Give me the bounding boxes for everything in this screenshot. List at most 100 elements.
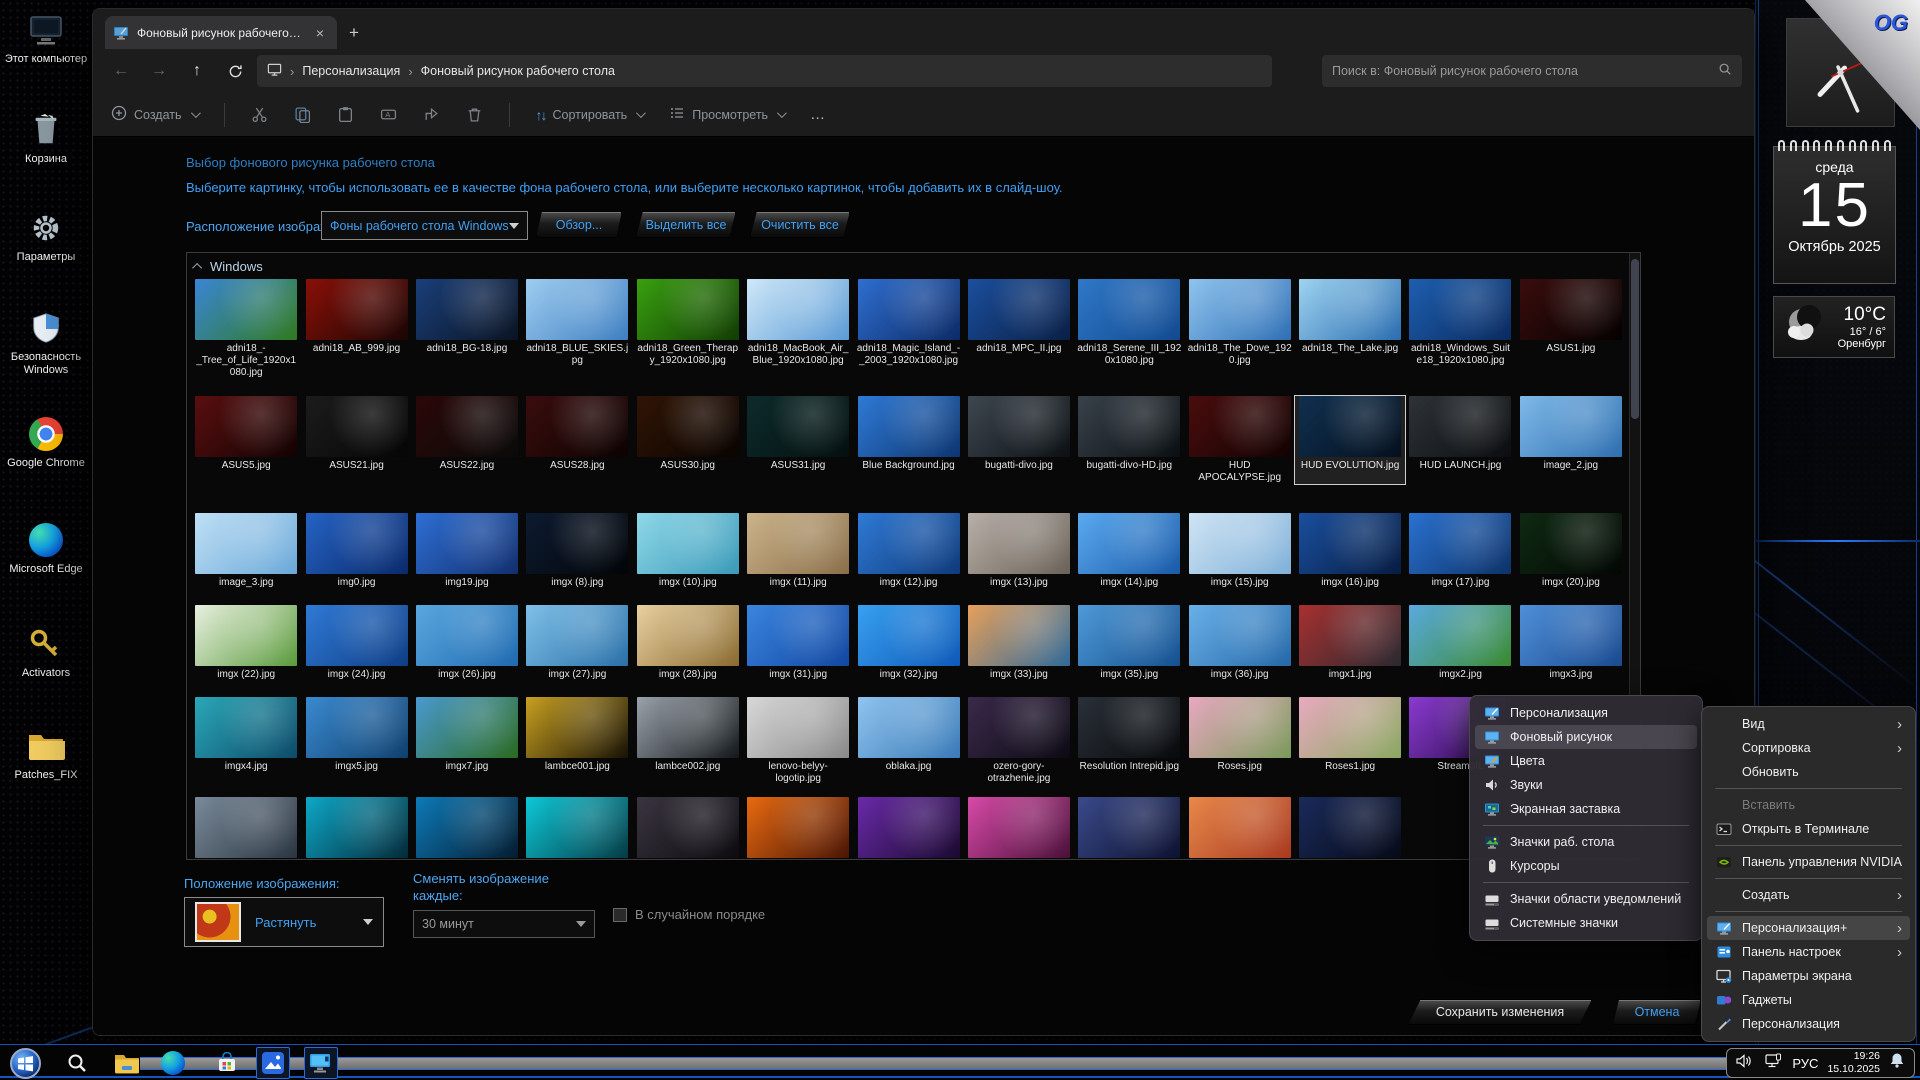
- taskbar-button-display-settings-app[interactable]: [304, 1047, 338, 1079]
- wallpaper-item[interactable]: imgx (11).jpg: [743, 513, 853, 589]
- up-icon[interactable]: ↑: [181, 56, 213, 86]
- wallpaper-thumbnail[interactable]: [195, 513, 297, 574]
- wallpaper-item[interactable]: Blue Background.jpg: [853, 396, 963, 484]
- language-indicator[interactable]: РУС: [1792, 1056, 1818, 1071]
- wallpaper-thumbnail[interactable]: [416, 605, 518, 666]
- share-icon[interactable]: [423, 106, 440, 123]
- wallpaper-item[interactable]: [853, 797, 963, 858]
- wallpaper-item[interactable]: Resolution Intrepid.jpg: [1074, 697, 1184, 785]
- wallpaper-item[interactable]: imgx (31).jpg: [743, 605, 853, 681]
- wallpaper-thumbnail[interactable]: [637, 513, 739, 574]
- wallpaper-thumbnail[interactable]: [637, 279, 739, 340]
- wallpaper-thumbnail[interactable]: [306, 697, 408, 758]
- wallpaper-item[interactable]: adni18_MacBook_Air_Blue_1920x1080.jpg: [743, 279, 853, 380]
- wallpaper-thumbnail[interactable]: [637, 697, 739, 758]
- wallpaper-thumbnail[interactable]: [747, 279, 849, 340]
- menu-item[interactable]: Создать›: [1707, 883, 1910, 907]
- wallpaper-item[interactable]: adni18_Serene_III_1920x1080.jpg: [1074, 279, 1184, 380]
- wallpaper-item[interactable]: imgx (26).jpg: [412, 605, 522, 681]
- shuffle-checkbox[interactable]: [613, 908, 627, 922]
- desktop-icon-folder[interactable]: Patches_FIX: [4, 726, 88, 782]
- wallpaper-thumbnail[interactable]: [1299, 396, 1401, 457]
- wallpaper-thumbnail[interactable]: [1409, 279, 1511, 340]
- wallpaper-thumbnail[interactable]: [747, 797, 849, 858]
- wallpaper-thumbnail[interactable]: [1078, 513, 1180, 574]
- wallpaper-thumbnail[interactable]: [526, 697, 628, 758]
- wallpaper-item[interactable]: imgx (24).jpg: [301, 605, 411, 681]
- wallpaper-item[interactable]: bugatti-divo.jpg: [964, 396, 1074, 484]
- wallpaper-item[interactable]: ASUS28.jpg: [522, 396, 632, 484]
- wallpaper-thumbnail[interactable]: [968, 605, 1070, 666]
- wallpaper-item[interactable]: imgx (35).jpg: [1074, 605, 1184, 681]
- desktop-icon-recycle-bin[interactable]: Корзина: [4, 110, 88, 166]
- breadcrumb[interactable]: › Персонализация › Фоновый рисунок рабоч…: [257, 55, 1272, 87]
- desktop-icon-chrome[interactable]: Google Chrome: [4, 414, 88, 470]
- wallpaper-item[interactable]: ASUS30.jpg: [633, 396, 743, 484]
- wallpaper-thumbnail[interactable]: [306, 797, 408, 858]
- wallpaper-thumbnail[interactable]: [1299, 697, 1401, 758]
- search-box[interactable]: [1322, 55, 1742, 87]
- wallpaper-item[interactable]: bugatti-divo-HD.jpg: [1074, 396, 1184, 484]
- taskbar-button-photos[interactable]: [256, 1047, 290, 1079]
- wallpaper-item[interactable]: [1185, 797, 1295, 858]
- wallpaper-thumbnail[interactable]: [195, 396, 297, 457]
- wallpaper-item[interactable]: adni18_AB_999.jpg: [301, 279, 411, 380]
- wallpaper-item[interactable]: HUD LAUNCH.jpg: [1405, 396, 1515, 484]
- wallpaper-thumbnail[interactable]: [1189, 797, 1291, 858]
- taskbar-button-store[interactable]: [210, 1047, 244, 1079]
- wallpaper-thumbnail[interactable]: [968, 279, 1070, 340]
- wallpaper-item[interactable]: ozero-gory-otrazhenie.jpg: [964, 697, 1074, 785]
- wallpaper-item[interactable]: [412, 797, 522, 858]
- wallpaper-thumbnail[interactable]: [1189, 697, 1291, 758]
- wallpaper-item[interactable]: adni18_The_Dove_1920.jpg: [1185, 279, 1295, 380]
- taskbar-button-start[interactable]: [8, 1047, 42, 1079]
- wallpaper-item[interactable]: imgx7.jpg: [412, 697, 522, 785]
- breadcrumb-segment-personalization[interactable]: Персонализация: [302, 64, 400, 78]
- search-input[interactable]: [1332, 64, 1718, 78]
- wallpaper-thumbnail[interactable]: [1520, 605, 1622, 666]
- wallpaper-thumbnail[interactable]: [1520, 396, 1622, 457]
- desktop-icon-computer[interactable]: Этот компьютер: [4, 10, 88, 66]
- wallpaper-item[interactable]: img19.jpg: [412, 513, 522, 589]
- menu-item[interactable]: Персонализация: [1475, 701, 1697, 725]
- wallpaper-item[interactable]: imgx (20).jpg: [1516, 513, 1626, 589]
- wallpaper-thumbnail[interactable]: [968, 697, 1070, 758]
- wallpaper-thumbnail[interactable]: [1299, 797, 1401, 858]
- group-header-windows[interactable]: Windows: [195, 259, 263, 274]
- desktop-icon-key[interactable]: Activators: [4, 624, 88, 680]
- wallpaper-item[interactable]: [964, 797, 1074, 858]
- wallpaper-thumbnail[interactable]: [416, 396, 518, 457]
- wallpaper-thumbnail[interactable]: [637, 605, 739, 666]
- picture-position-select[interactable]: Растянуть: [184, 897, 384, 947]
- wallpaper-item[interactable]: imgx (33).jpg: [964, 605, 1074, 681]
- wallpaper-thumbnail[interactable]: [195, 697, 297, 758]
- volume-icon[interactable]: [1736, 1053, 1755, 1074]
- wallpaper-item[interactable]: img0.jpg: [301, 513, 411, 589]
- menu-item[interactable]: Звуки: [1475, 773, 1697, 797]
- sort-button[interactable]: ↑↓ Сортировать: [536, 107, 644, 123]
- rename-icon[interactable]: A: [380, 106, 397, 123]
- wallpaper-item[interactable]: image_2.jpg: [1516, 396, 1626, 484]
- wallpaper-thumbnail[interactable]: [968, 513, 1070, 574]
- wallpaper-item[interactable]: imgx5.jpg: [301, 697, 411, 785]
- tray-clock[interactable]: 19:26 15.10.2025: [1827, 1050, 1880, 1076]
- delete-icon[interactable]: [466, 106, 483, 123]
- wallpaper-thumbnail[interactable]: [858, 697, 960, 758]
- menu-item[interactable]: Открыть в Терминале: [1707, 817, 1910, 841]
- wallpaper-thumbnail[interactable]: [637, 396, 739, 457]
- menu-item[interactable]: Значки раб. стола: [1475, 830, 1697, 854]
- wallpaper-item[interactable]: imgx (14).jpg: [1074, 513, 1184, 589]
- browse-button[interactable]: Обзор...: [536, 211, 622, 238]
- wallpaper-thumbnail[interactable]: [747, 396, 849, 457]
- menu-item[interactable]: Вид›: [1707, 712, 1910, 736]
- wallpaper-item[interactable]: imgx (15).jpg: [1185, 513, 1295, 589]
- wallpaper-item[interactable]: ASUS1.jpg: [1516, 279, 1626, 380]
- wallpaper-thumbnail[interactable]: [416, 697, 518, 758]
- desktop-icon-gear[interactable]: Параметры: [4, 208, 88, 264]
- wallpaper-item[interactable]: [522, 797, 632, 858]
- picture-location-select[interactable]: Фоны рабочего стола Windows: [321, 211, 528, 240]
- wallpaper-item[interactable]: lambce002.jpg: [633, 697, 743, 785]
- menu-item[interactable]: Панель управления NVIDIA: [1707, 850, 1910, 874]
- menu-item[interactable]: Сортировка›: [1707, 736, 1910, 760]
- wallpaper-thumbnail[interactable]: [195, 279, 297, 340]
